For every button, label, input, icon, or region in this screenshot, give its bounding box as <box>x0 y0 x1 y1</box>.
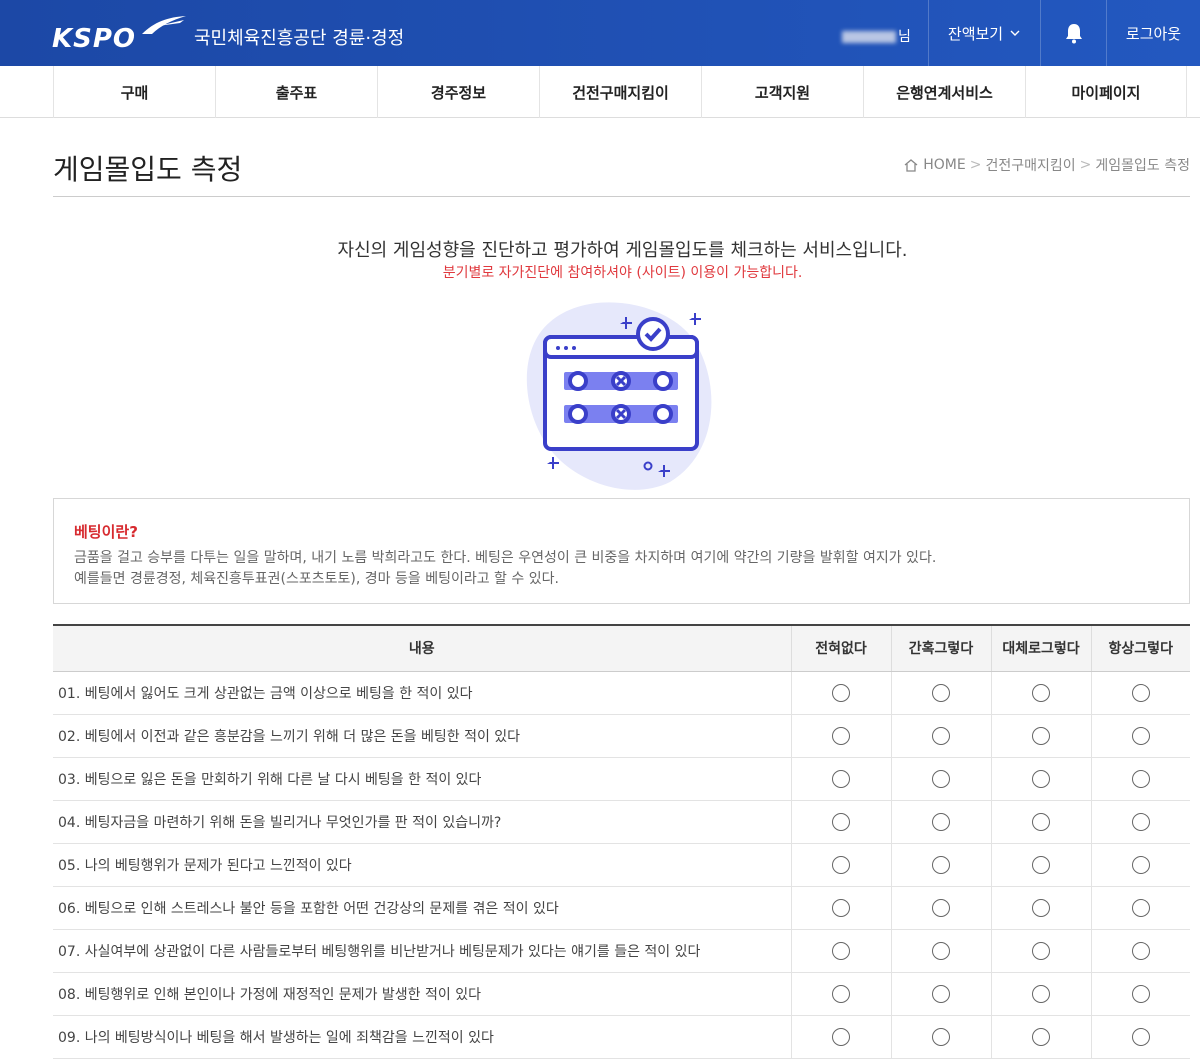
question-text: 04. 베팅자금을 마련하기 위해 돈을 빌리거나 무엇인가를 판 적이 있습니… <box>53 800 791 844</box>
nav-item-bank-service[interactable]: 은행연계서비스 <box>863 66 1025 118</box>
breadcrumb-current: 게임몰입도 측정 <box>1095 158 1190 174</box>
breadcrumb-section[interactable]: 건전구매지킴이 <box>985 155 1075 175</box>
header-never: 전혀없다 <box>790 624 891 672</box>
radio-never[interactable] <box>832 726 850 745</box>
home-icon <box>904 158 918 172</box>
question-text: 07. 사실여부에 상관없이 다른 사람들로부터 베팅행위를 비난받거나 베팅문… <box>53 929 791 973</box>
info-title: 베팅이란? <box>74 523 138 541</box>
table-header-row: 내용 전혀없다 간혹그렇다 대체로그렇다 항상그렇다 <box>53 624 1190 672</box>
radio-mostly[interactable] <box>1032 683 1050 702</box>
radio-sometimes[interactable] <box>932 812 950 831</box>
header-sometimes: 간혹그렇다 <box>890 624 991 672</box>
question-text: 02. 베팅에서 이전과 같은 흥분감을 느끼기 위해 더 많은 돈을 베팅한 … <box>53 714 791 758</box>
header-content: 내용 <box>53 624 791 672</box>
nav-item-customer-support[interactable]: 고객지원 <box>701 66 863 118</box>
main-nav: 구매 출주표 경주정보 건전구매지킴이 고객지원 은행연계서비스 마이페이지 <box>0 66 1200 118</box>
radio-always[interactable] <box>1131 769 1150 788</box>
radio-mostly[interactable] <box>1032 941 1050 960</box>
table-row: 03. 베팅으로 잃은 돈을 만회하기 위해 다른 날 다시 베팅을 한 적이 … <box>53 757 1190 801</box>
radio-always[interactable] <box>1131 898 1150 917</box>
radio-sometimes[interactable] <box>932 941 950 960</box>
logo-text: KSPO <box>52 24 137 54</box>
radio-always[interactable] <box>1131 726 1150 745</box>
checklist-illustration <box>526 302 712 490</box>
user-name: 님 <box>842 26 911 46</box>
questionnaire-table: 내용 전혀없다 간혹그렇다 대체로그렇다 항상그렇다 01. 베팅에서 잃어도 … <box>53 624 1190 1059</box>
question-text: 06. 베팅으로 인해 스트레스나 불안 등을 포함한 어떤 건강상의 문제를 … <box>53 886 791 930</box>
bell-icon <box>1066 24 1082 44</box>
radio-mostly[interactable] <box>1032 812 1050 831</box>
radio-always[interactable] <box>1131 812 1150 831</box>
radio-sometimes[interactable] <box>932 984 950 1003</box>
question-text: 05. 나의 베팅행위가 문제가 된다고 느낀적이 있다 <box>53 843 791 887</box>
radio-never[interactable] <box>832 898 850 917</box>
betting-info-box: 베팅이란? 금품을 걸고 승부를 다투는 일을 말하며, 내기 노름 박희라고도… <box>53 498 1190 604</box>
nav-item-mypage[interactable]: 마이페이지 <box>1025 66 1187 118</box>
info-example: 예를들면 경륜경정, 체육진흥투표권(스포츠토토), 경마 등을 베팅이라고 할… <box>74 571 559 587</box>
breadcrumb-separator: > <box>1079 157 1092 173</box>
radio-never[interactable] <box>832 769 850 788</box>
radio-always[interactable] <box>1131 1027 1150 1046</box>
nav-item-race-info[interactable]: 경주정보 <box>377 66 539 118</box>
user-suffix: 님 <box>898 29 911 45</box>
table-row: 01. 베팅에서 잃어도 크게 상관없는 금액 이상으로 베팅을 한 적이 있다 <box>53 671 1190 715</box>
kspo-logo[interactable]: KSPO <box>52 14 187 54</box>
question-text: 01. 베팅에서 잃어도 크게 상관없는 금액 이상으로 베팅을 한 적이 있다 <box>53 671 791 715</box>
radio-never[interactable] <box>832 812 850 831</box>
table-row: 04. 베팅자금을 마련하기 위해 돈을 빌리거나 무엇인가를 판 적이 있습니… <box>53 800 1190 844</box>
question-text: 09. 나의 베팅방식이나 베팅을 해서 발생하는 일에 죄책감을 느낀적이 있… <box>53 1015 791 1059</box>
notification-button[interactable] <box>1041 0 1107 66</box>
breadcrumb-separator: > <box>969 157 982 173</box>
top-header: KSPO 국민체육진흥공단 경륜·경정 님 잔액보기 로그아웃 <box>0 0 1200 66</box>
intro-notice: 분기별로 자가진단에 참여하셔야 (사이트) 이용이 가능합니다. <box>442 265 803 281</box>
radio-always[interactable] <box>1131 683 1150 702</box>
table-row: 08. 베팅행위로 인해 본인이나 가정에 재정적인 문제가 발생한 적이 있다 <box>53 972 1190 1016</box>
radio-never[interactable] <box>832 941 850 960</box>
nav-item-race-card[interactable]: 출주표 <box>215 66 377 118</box>
radio-sometimes[interactable] <box>932 898 950 917</box>
table-row: 09. 나의 베팅방식이나 베팅을 해서 발생하는 일에 죄책감을 느낀적이 있… <box>53 1015 1190 1059</box>
logo-swoosh-icon <box>142 16 186 34</box>
table-row: 02. 베팅에서 이전과 같은 흥분감을 느끼기 위해 더 많은 돈을 베팅한 … <box>53 714 1190 758</box>
title-divider <box>53 196 1190 197</box>
radio-never[interactable] <box>832 855 850 874</box>
breadcrumb: HOME > 건전구매지킴이 > 게임몰입도 측정 <box>903 155 1190 175</box>
page-title: 게임몰입도 측정 <box>53 153 243 186</box>
radio-sometimes[interactable] <box>932 1027 950 1046</box>
radio-never[interactable] <box>832 683 850 702</box>
radio-mostly[interactable] <box>1032 1027 1050 1046</box>
radio-sometimes[interactable] <box>932 855 950 874</box>
breadcrumb-home[interactable]: HOME <box>923 157 965 173</box>
table-row: 05. 나의 베팅행위가 문제가 된다고 느낀적이 있다 <box>53 843 1190 887</box>
nav-item-purchase[interactable]: 구매 <box>53 66 215 118</box>
org-name: 국민체육진흥공단 경륜·경정 <box>194 28 405 49</box>
radio-always[interactable] <box>1131 855 1150 874</box>
radio-mostly[interactable] <box>1032 855 1050 874</box>
radio-mostly[interactable] <box>1032 898 1050 917</box>
radio-always[interactable] <box>1131 941 1150 960</box>
header-always: 항상그렇다 <box>1090 624 1190 672</box>
chevron-down-icon <box>1010 30 1020 36</box>
table-row: 07. 사실여부에 상관없이 다른 사람들로부터 베팅행위를 비난받거나 베팅문… <box>53 929 1190 973</box>
question-text: 03. 베팅으로 잃은 돈을 만회하기 위해 다른 날 다시 베팅을 한 적이 … <box>53 757 791 801</box>
radio-never[interactable] <box>832 1027 850 1046</box>
radio-always[interactable] <box>1131 984 1150 1003</box>
table-row: 06. 베팅으로 인해 스트레스나 불안 등을 포함한 어떤 건강상의 문제를 … <box>53 886 1190 930</box>
info-description: 금품을 걸고 승부를 다투는 일을 말하며, 내기 노름 박희라고도 한다. 베… <box>74 550 937 566</box>
intro-text: 자신의 게임성향을 진단하고 평가하여 게임몰입도를 체크하는 서비스입니다. <box>337 240 908 261</box>
radio-sometimes[interactable] <box>932 683 950 702</box>
radio-sometimes[interactable] <box>932 769 950 788</box>
nav-item-healthy-purchase[interactable]: 건전구매지킴이 <box>539 66 701 118</box>
radio-mostly[interactable] <box>1032 769 1050 788</box>
balance-label: 잔액보기 <box>947 24 1004 43</box>
user-name-redacted <box>842 31 896 43</box>
radio-never[interactable] <box>832 984 850 1003</box>
radio-sometimes[interactable] <box>932 726 950 745</box>
question-text: 08. 베팅행위로 인해 본인이나 가정에 재정적인 문제가 발생한 적이 있다 <box>53 972 791 1016</box>
header-mostly: 대체로그렇다 <box>990 624 1091 672</box>
logout-button[interactable]: 로그아웃 <box>1107 0 1200 66</box>
radio-mostly[interactable] <box>1032 984 1050 1003</box>
radio-mostly[interactable] <box>1032 726 1050 745</box>
balance-button[interactable]: 잔액보기 <box>929 0 1041 66</box>
